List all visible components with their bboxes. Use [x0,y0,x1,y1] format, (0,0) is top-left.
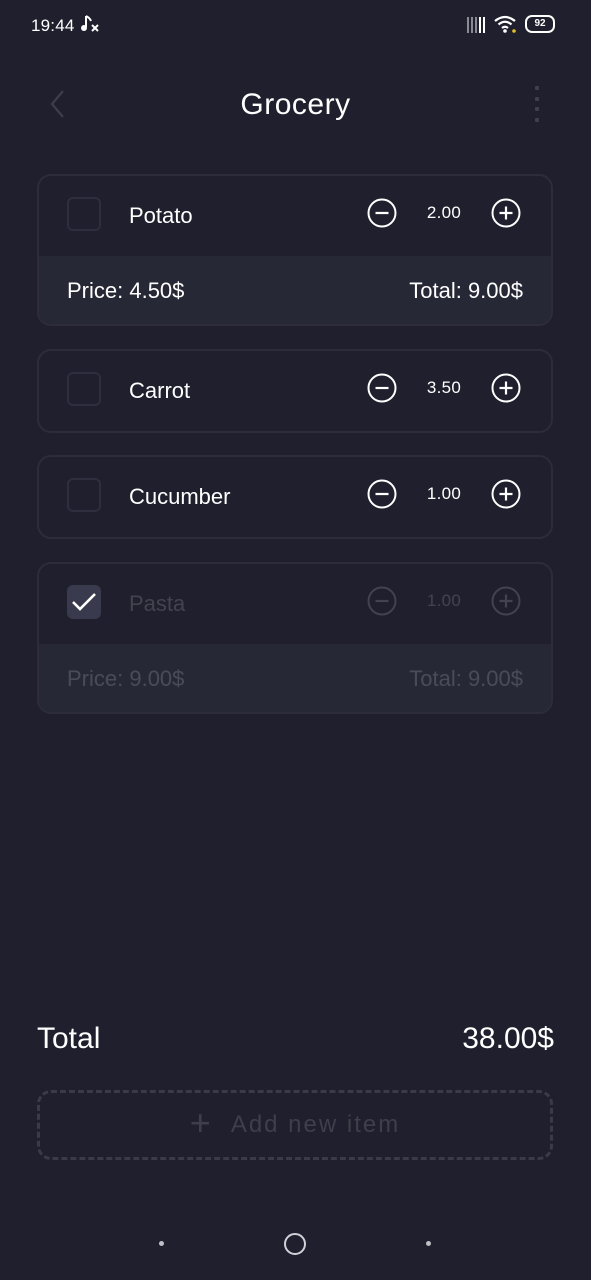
page-title: Grocery [240,88,351,121]
minus-circle-icon[interactable] [367,479,397,509]
app-header: Grocery [0,80,591,136]
price-row: Price: 4.50$ Total: 9.00$ [39,256,551,324]
more-icon [535,86,539,90]
item-checkbox[interactable] [67,197,101,231]
status-icons: 92 [467,14,555,34]
quantity-value: 1.00 [426,591,462,610]
recents-button[interactable] [159,1241,164,1246]
grocery-screen: 19:44 92 Grocery Potato 2.00 Price: 4.50… [0,0,591,1280]
music-note-icon [80,13,100,38]
item-price: Price: 9.00$ [67,666,185,691]
item-total: Total: 9.00$ [409,666,523,691]
list-item[interactable]: Carrot 3.50 [37,349,553,433]
quantity-stepper: 1.00 [367,586,521,616]
minus-circle-icon[interactable] [367,586,397,616]
checkmark-icon [72,593,96,611]
more-options-button[interactable] [527,86,547,122]
system-nav-bar [0,1222,591,1266]
add-new-item-button[interactable]: + Add new item [37,1090,553,1160]
list-item[interactable]: Pasta 1.00 Price: 9.00$ Total: 9.00$ [37,562,553,714]
item-total: Total: 9.00$ [409,278,523,303]
quantity-value: 3.50 [426,378,462,397]
wifi-icon [494,15,516,33]
plus-circle-icon[interactable] [491,373,521,403]
list-item[interactable]: Potato 2.00 Price: 4.50$ Total: 9.00$ [37,174,553,326]
home-button[interactable] [284,1233,306,1255]
quantity-value: 1.00 [426,484,462,503]
back-nav-button[interactable] [426,1241,431,1246]
plus-icon: + [189,1102,213,1143]
plus-circle-icon[interactable] [491,586,521,616]
battery-icon: 92 [525,15,555,33]
item-checkbox[interactable] [67,372,101,406]
add-new-item-label: Add new item [230,1111,401,1138]
quantity-value: 2.00 [426,203,462,222]
item-name: Pasta [129,591,186,616]
item-price: Price: 4.50$ [67,278,185,303]
item-name: Cucumber [129,484,231,509]
price-row: Price: 9.00$ Total: 9.00$ [39,644,551,712]
minus-circle-icon[interactable] [367,373,397,403]
list-item[interactable]: Cucumber 1.00 [37,455,553,539]
quantity-stepper: 1.00 [367,479,521,509]
plus-circle-icon[interactable] [491,479,521,509]
item-checkbox[interactable] [67,585,101,619]
status-time: 19:44 [31,16,75,35]
item-checkbox[interactable] [67,478,101,512]
item-name: Potato [129,203,193,228]
status-bar: 19:44 92 [0,0,591,52]
minus-circle-icon[interactable] [367,198,397,228]
item-name: Carrot [129,378,191,403]
grand-total-value: 38.00$ [462,1022,554,1055]
plus-circle-icon[interactable] [491,198,521,228]
grand-total: Total 38.00$ [37,1022,554,1062]
quantity-stepper: 3.50 [367,373,521,403]
signal-icon [467,15,485,33]
quantity-stepper: 2.00 [367,198,521,228]
grand-total-label: Total [37,1022,101,1055]
